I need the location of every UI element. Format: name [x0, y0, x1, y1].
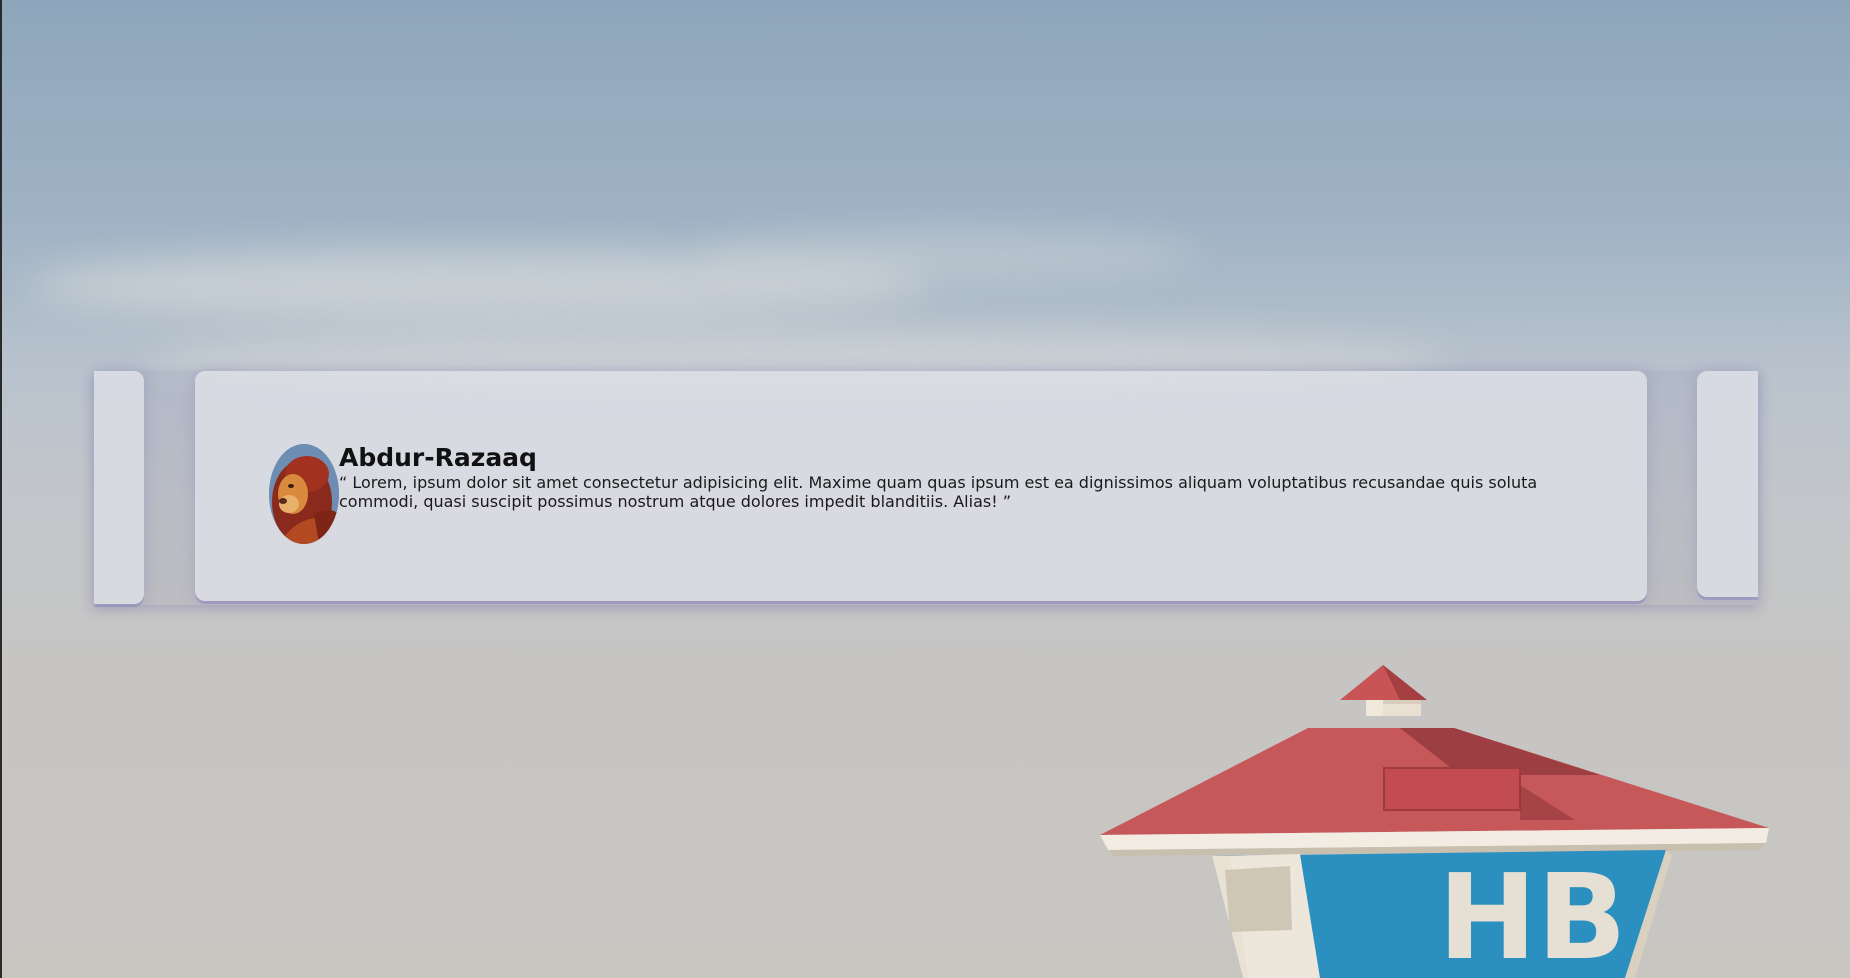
cloud [700, 230, 1200, 280]
lifeguard-tower-illustration: HB [1100, 665, 1769, 978]
lion-avatar [269, 444, 339, 544]
testimonial-card-previous[interactable] [94, 371, 144, 604]
tower-sign-letters: HB [1438, 848, 1627, 978]
testimonial-quote: “ Lorem, ipsum dolor sit amet consectetu… [339, 473, 1538, 511]
window-left-edge [0, 0, 2, 978]
testimonial-card-next[interactable] [1697, 371, 1758, 597]
testimonial-author-name: Abdur-Razaaq [339, 443, 537, 472]
lion-avatar-icon [269, 444, 339, 544]
